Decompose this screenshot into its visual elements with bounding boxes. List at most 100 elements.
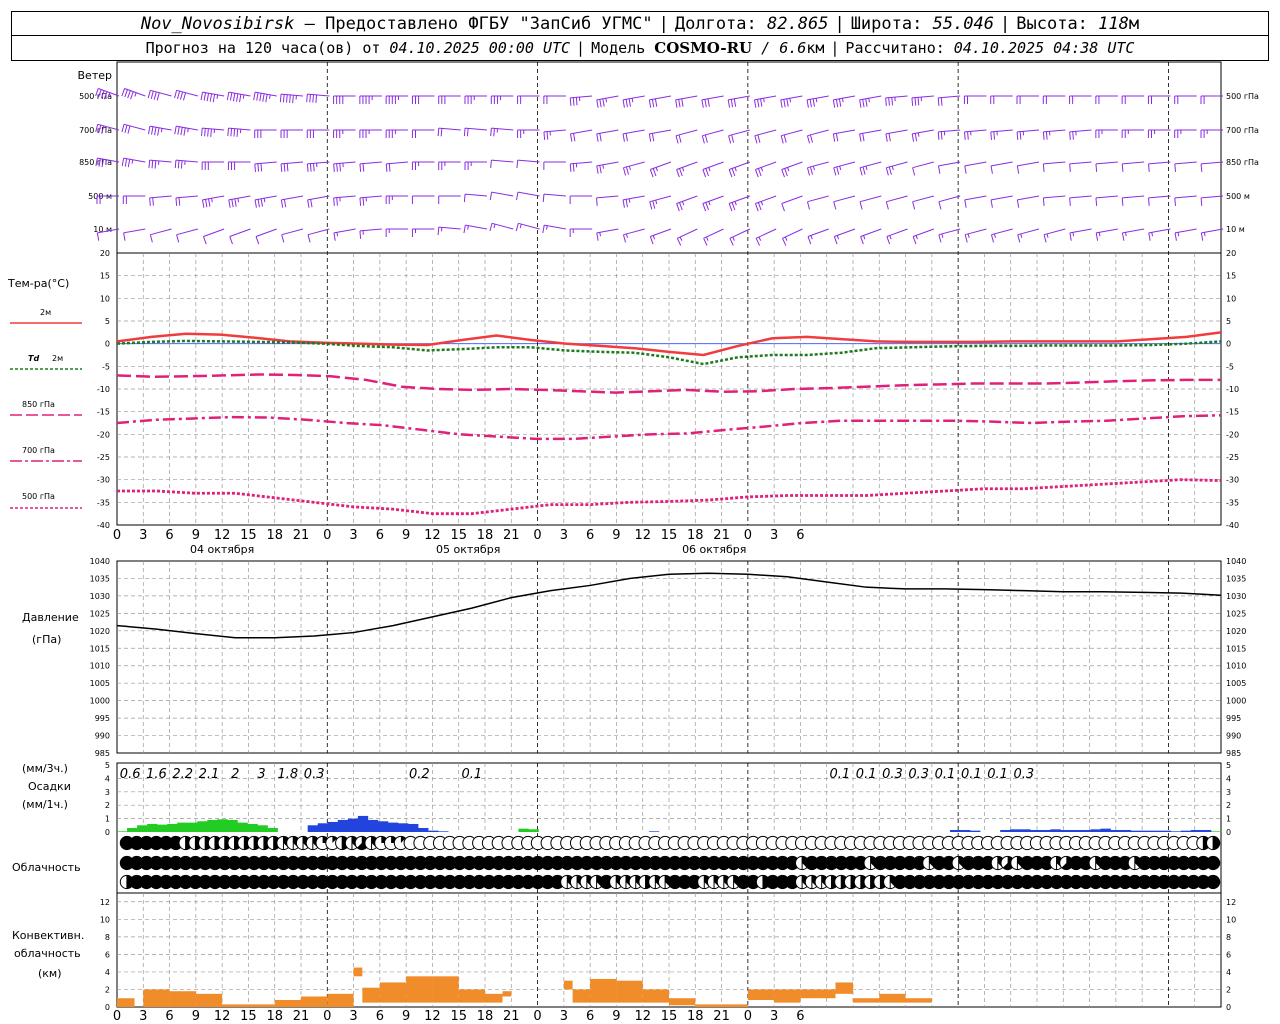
wind-barb-feather <box>124 158 128 167</box>
wind-barb-feather <box>515 223 519 232</box>
wind-barb-feather <box>174 126 177 135</box>
wind-barb-feather <box>964 131 966 140</box>
wind-barb-feather <box>227 128 230 137</box>
pressure-tick-left: 990 <box>95 732 110 741</box>
grid-lines <box>117 253 1221 1007</box>
wind-barb <box>754 129 777 144</box>
wind-barb-staff <box>1017 129 1040 133</box>
wind-barb-staff <box>859 129 882 135</box>
bottom-x-axis: 0 3 6 9 12 15 18 21 0 3 6 9 12 15 18 21 0 3 6 9 12 15 18 21 0 3 6 <box>113 1009 805 1024</box>
wind-barb <box>1121 195 1145 206</box>
conv-bars <box>117 967 932 1007</box>
precip-unit-3h: (мм/3ч.) <box>22 762 68 775</box>
wind-barb-half <box>734 201 737 206</box>
wind-barb <box>569 195 593 204</box>
wind-level-label-right: 10 м <box>1226 225 1245 234</box>
pressure-tick-left: 1015 <box>90 644 110 653</box>
wind-barb-feather <box>599 165 602 174</box>
wind-barb-feather <box>1095 163 1098 172</box>
wind-barbs <box>95 88 1224 246</box>
wind-barb <box>781 161 803 178</box>
wind-barb-half <box>336 232 339 237</box>
precip-bar-snow <box>347 818 359 832</box>
wind-barb-feather <box>175 197 178 206</box>
wind-barb-feather <box>888 133 891 142</box>
wind-barb-staff <box>728 95 750 101</box>
wind-barb <box>489 191 514 201</box>
wind-barb <box>780 129 803 144</box>
wind-barb <box>254 195 277 208</box>
wind-barb-feather <box>727 99 731 108</box>
wind-barb <box>781 195 803 212</box>
temp-x-label: 0 <box>323 528 331 543</box>
wind-barb-feather <box>281 234 285 243</box>
precip-bar-rain <box>237 822 248 832</box>
wind-barb <box>201 127 225 137</box>
wind-barb <box>253 91 277 103</box>
wind-barb-feather <box>862 166 866 175</box>
temp-x-label: 0 <box>113 528 121 543</box>
wind-barb <box>885 195 908 210</box>
wind-barb-feather <box>733 98 737 107</box>
wind-barb-feather <box>154 127 157 136</box>
wind-barb-staff <box>885 95 908 99</box>
cloud-symbol <box>1206 874 1221 890</box>
wind-barb <box>937 95 961 106</box>
bottom-x-label: 18 <box>687 1009 704 1024</box>
temp-tick-right: 0 <box>1226 340 1231 349</box>
wind-barb-feather <box>649 201 653 210</box>
wind-barb-feather <box>651 133 655 142</box>
wind-barb-feather <box>729 238 734 246</box>
wind-barb-feather <box>177 126 180 135</box>
wind-barb <box>254 161 277 172</box>
precip-3h-label: 2 <box>231 767 239 782</box>
precip-3h-label: 0.3 <box>304 767 325 782</box>
wind-barb-staff <box>596 228 619 234</box>
temp-x-label: 6 <box>586 528 594 543</box>
wind-barb <box>333 95 356 104</box>
day-label: 05 октября <box>436 543 500 556</box>
wind-barb-feather <box>1016 165 1020 174</box>
wind-barb-feather <box>232 93 236 102</box>
wind-barb-feather <box>123 232 126 241</box>
wind-barb-staff <box>543 193 566 197</box>
wind-barb-feather <box>885 167 889 176</box>
wind-barb <box>833 195 856 210</box>
pressure-y-axis: 1040 1040 1035 1035 1030 1030 1025 1025 1020 1020… <box>90 557 1247 758</box>
wind-barb-feather <box>964 234 968 243</box>
wind-barb-feather <box>201 128 203 137</box>
wind-barb-feather <box>1069 232 1072 241</box>
wind-barb-staff <box>1148 228 1171 234</box>
wind-barb-staff <box>570 129 593 135</box>
wind-barb-feather <box>833 236 838 245</box>
wind-barb <box>1095 195 1118 206</box>
wind-barb-staff <box>1095 195 1118 199</box>
conv-tick-left: 2 <box>105 985 110 994</box>
wind-barb-feather <box>154 160 157 169</box>
wind-barb-feather <box>628 98 631 107</box>
conv-bar <box>502 991 512 997</box>
wind-barb-feather <box>832 133 836 142</box>
precip-bar-snow <box>337 819 349 832</box>
wind-barb-feather <box>754 203 759 212</box>
pressure-tick-right: 1035 <box>1226 574 1246 583</box>
wind-barb-feather <box>625 166 629 175</box>
wind-barb <box>333 129 356 138</box>
wind-barb-feather <box>149 234 153 243</box>
wind-barb-feather <box>649 169 654 178</box>
wind-barb <box>754 161 777 178</box>
wind-barb-feather <box>704 134 708 143</box>
wind-barb-feather <box>124 124 128 133</box>
wind-barb-feather <box>648 133 652 142</box>
wind-barb-half <box>628 165 631 171</box>
wind-barb-feather <box>289 94 291 103</box>
precip-bar-rain <box>528 829 539 832</box>
temp-tick-left: 0 <box>105 340 110 349</box>
wind-barb-feather <box>307 234 311 243</box>
conv-title-a: Конвективн. <box>12 929 84 942</box>
wind-barb-feather <box>912 167 916 176</box>
wind-barb-half <box>493 223 496 229</box>
wind-barb <box>437 226 461 236</box>
wind-barb-feather <box>622 133 625 142</box>
wind-barb-feather <box>865 98 868 107</box>
